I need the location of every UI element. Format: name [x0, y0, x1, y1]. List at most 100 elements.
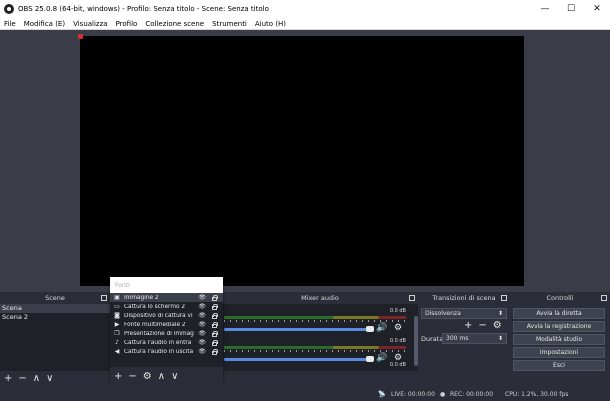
source-item[interactable]: ◀ Cattura l'audio in uscita 👁: [110, 347, 223, 356]
scenes-header: Scene: [0, 292, 110, 304]
mixer-header: Mixer audio: [222, 292, 418, 304]
lock-icon[interactable]: [212, 349, 218, 355]
duration-input[interactable]: 300 ms ⬍: [442, 333, 507, 344]
menu-tools[interactable]: Strumenti: [208, 20, 251, 28]
menu-edit[interactable]: Modifica (E): [20, 20, 69, 28]
volume-slider[interactable]: [224, 358, 370, 361]
lock-icon[interactable]: [212, 322, 218, 328]
source-name: Cattura l'audio in entra: [124, 339, 192, 346]
menu-file[interactable]: File: [0, 20, 20, 28]
add-transition-button[interactable]: +: [464, 321, 472, 331]
source-item[interactable]: ▭ Cattura lo schermo 2 👁: [110, 302, 223, 311]
undock-icon[interactable]: [501, 295, 507, 301]
visibility-icon[interactable]: 👁: [198, 330, 206, 337]
microphone-icon: ♪: [115, 339, 119, 346]
speaker-icon[interactable]: 🔊: [376, 353, 387, 363]
exit-button[interactable]: Esci: [513, 360, 605, 371]
scene-item[interactable]: Scena: [0, 304, 110, 313]
source-item[interactable]: ❐ Presentazione di immag 👁: [110, 329, 223, 338]
minimize-button[interactable]: —: [532, 0, 558, 18]
transition-select[interactable]: Dissolvenza ⬍: [421, 308, 507, 319]
add-scene-button[interactable]: +: [4, 374, 12, 384]
close-button[interactable]: ✕: [584, 0, 610, 18]
visibility-icon[interactable]: 👁: [198, 303, 206, 310]
preview-canvas[interactable]: [78, 34, 524, 286]
move-source-up-button[interactable]: ∧: [158, 372, 165, 382]
speaker-icon: ◀: [114, 348, 120, 355]
meter-ticks: [224, 350, 406, 352]
live-status: LIVE: 00:00:00: [391, 391, 435, 398]
visibility-icon[interactable]: 👁: [198, 348, 206, 355]
source-item[interactable]: ♪ Cattura l'audio in entra 👁: [110, 338, 223, 347]
start-recording-button[interactable]: Avvia la registrazione: [513, 321, 605, 332]
sources-dock: Fonti ▣ Immagine 2 👁 ▭ Cattura lo scherm…: [110, 277, 223, 387]
transition-toolbar: + − ⚙: [464, 321, 502, 331]
lock-icon[interactable]: [212, 304, 218, 310]
visibility-icon[interactable]: 👁: [198, 339, 206, 346]
source-item[interactable]: ◙ Dispositivo di cattura vi 👁: [110, 311, 223, 320]
image-icon: ▣: [114, 294, 120, 301]
lock-icon[interactable]: [212, 295, 218, 301]
source-settings-button[interactable]: ⚙: [143, 372, 152, 382]
sources-title: Fonti: [115, 282, 130, 289]
source-item[interactable]: ▶ Fonte multimediale 2 👁: [110, 320, 223, 329]
slideshow-icon: ❐: [114, 330, 120, 337]
menu-bar: File Modifica (E) Visualizza Profilo Col…: [0, 18, 610, 30]
move-scene-down-button[interactable]: ∨: [46, 374, 53, 384]
source-item[interactable]: ▣ Immagine 2 👁: [110, 293, 223, 302]
db-label: 0.0 dB: [389, 338, 406, 344]
spinner-icon: ⬍: [497, 310, 503, 317]
move-source-down-button[interactable]: ∨: [171, 372, 178, 382]
visibility-icon[interactable]: 👁: [198, 312, 206, 319]
volume-knob[interactable]: [366, 326, 374, 332]
undock-icon[interactable]: [409, 295, 415, 301]
obs-logo-icon: [4, 4, 14, 14]
sources-list: ▣ Immagine 2 👁 ▭ Cattura lo schermo 2 👁 …: [110, 293, 223, 367]
duration-label: Durata: [421, 335, 444, 343]
remove-scene-button[interactable]: −: [18, 374, 26, 384]
undock-icon[interactable]: [601, 295, 607, 301]
volume-slider[interactable]: [224, 328, 370, 331]
volume-knob[interactable]: [366, 356, 374, 362]
remove-transition-button[interactable]: −: [478, 321, 486, 331]
live-status-icon: 📡: [378, 391, 386, 398]
menu-help[interactable]: Aiuto (H): [251, 20, 290, 28]
move-scene-up-button[interactable]: ∧: [33, 374, 40, 384]
gear-icon[interactable]: ⚙: [394, 323, 402, 333]
controls-header: Controlli: [510, 292, 610, 304]
speaker-icon[interactable]: 🔊: [376, 323, 387, 333]
menu-view[interactable]: Visualizza: [69, 20, 111, 28]
status-bar: 📡 LIVE: 00:00:00 ● REC: 00:00:00 CPU: 1.…: [0, 387, 610, 401]
visibility-icon[interactable]: 👁: [198, 294, 206, 301]
maximize-button[interactable]: ☐: [558, 0, 584, 18]
lock-icon[interactable]: [212, 331, 218, 337]
source-name: Fonte multimediale 2: [124, 321, 186, 328]
start-streaming-button[interactable]: Avvia la diretta: [513, 308, 605, 319]
menu-scene-collection[interactable]: Collezione scene: [141, 20, 208, 28]
mixer-body: 0.0 dB 🔊 ⚙ 0.0 dB 🔊 ⚙ 0.0 dB: [222, 304, 418, 371]
settings-button[interactable]: Impostazioni: [513, 347, 605, 358]
menu-profile[interactable]: Profilo: [112, 20, 142, 28]
meter-ticks: [224, 320, 406, 322]
source-name: Cattura l'audio in uscita: [124, 348, 194, 355]
volume-meter: [224, 346, 406, 349]
add-source-button[interactable]: +: [114, 372, 122, 382]
lock-icon[interactable]: [212, 313, 218, 319]
play-icon: ▶: [114, 321, 120, 328]
controls-dock: Controlli Avvia la diretta Avvia la regi…: [510, 292, 610, 387]
lock-icon[interactable]: [212, 340, 218, 346]
undock-icon[interactable]: [101, 295, 107, 301]
monitor-icon: ▭: [114, 303, 120, 310]
source-handle[interactable]: [78, 34, 83, 39]
mixer-track: 0.0 dB 🔊 ⚙: [222, 336, 412, 364]
volume-meter: [224, 316, 406, 319]
scenes-toolbar: + − ∧ ∨: [0, 371, 110, 387]
remove-source-button[interactable]: −: [128, 372, 136, 382]
scenes-list: Scena Scena 2: [0, 304, 110, 371]
source-name: Dispositivo di cattura vi: [124, 312, 193, 319]
rec-status-icon: ●: [440, 391, 446, 398]
transition-settings-button[interactable]: ⚙: [493, 321, 502, 331]
scene-item[interactable]: Scena 2: [0, 313, 110, 322]
studio-mode-button[interactable]: Modalità studio: [513, 334, 605, 345]
visibility-icon[interactable]: 👁: [198, 321, 206, 328]
